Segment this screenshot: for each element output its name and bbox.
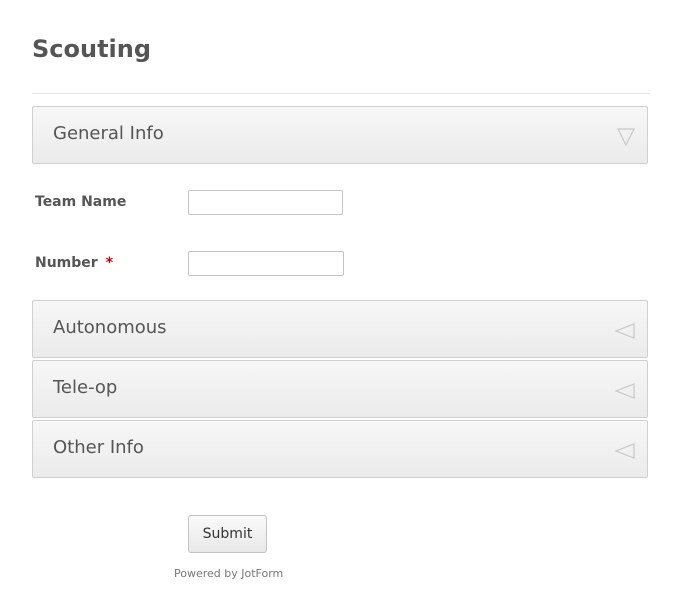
triangle-left-icon [614,382,636,402]
section-header-other-info[interactable]: Other Info [32,420,648,478]
submit-button[interactable]: Submit [188,515,267,553]
required-marker: * [105,255,114,271]
team-name-input[interactable] [188,190,343,215]
section-header-tele-op[interactable]: Tele-op [32,360,648,418]
section-header-general-info[interactable]: General Info [32,106,648,164]
powered-by: Powered by JotForm [174,567,283,581]
title-divider [32,93,650,94]
section-label: General Info [53,123,164,144]
form-page: Scouting General Info Team Name Number * … [0,0,682,599]
team-name-label: Team Name [35,194,127,210]
form-title: Scouting [32,35,152,63]
triangle-left-icon [614,322,636,342]
number-label: Number * [35,254,113,272]
section-header-autonomous[interactable]: Autonomous [32,300,648,358]
section-label: Tele-op [53,377,118,398]
jotform-link[interactable]: JotForm [241,567,283,580]
powered-by-prefix: Powered by [174,567,242,580]
section-label: Other Info [53,437,144,458]
triangle-left-icon [614,442,636,462]
triangle-down-icon [615,127,637,147]
number-input[interactable] [188,251,344,276]
section-label: Autonomous [53,317,167,338]
number-label-text: Number [35,255,98,271]
